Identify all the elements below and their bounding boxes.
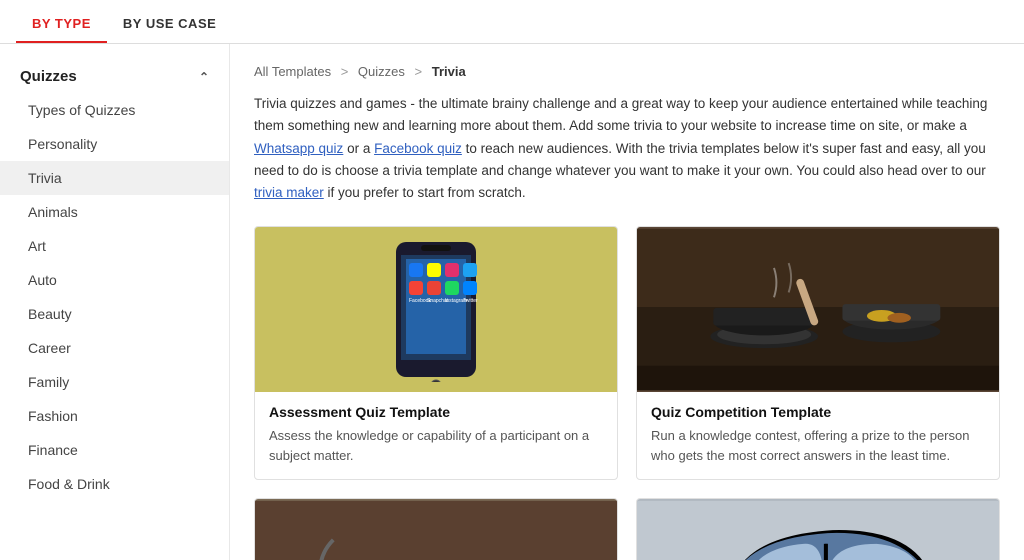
sidebar-quizzes-label: Quizzes (20, 68, 77, 85)
template-card-quiz-competition[interactable]: Quiz Competition Template Run a knowledg… (636, 226, 1000, 480)
quiz-competition-image (637, 227, 999, 392)
sidebar-item-types-of-quizzes[interactable]: Types of Quizzes (0, 93, 229, 127)
page-description: Trivia quizzes and games - the ultimate … (254, 93, 1000, 204)
desc-text-1: Trivia quizzes and games - the ultimate … (254, 96, 987, 133)
breadcrumb-sep-2: > (415, 64, 423, 79)
desc-text-2: or a (343, 141, 374, 156)
quiz-competition-title: Quiz Competition Template (651, 404, 985, 420)
quiz-competition-body: Quiz Competition Template Run a knowledg… (637, 392, 999, 479)
breadcrumb-all-templates[interactable]: All Templates (254, 64, 331, 79)
health-image (255, 499, 617, 560)
tab-by-use-case[interactable]: BY USE CASE (107, 6, 232, 43)
assessment-quiz-image: Facebook Snapchat Instagram Twitter (255, 227, 617, 392)
desc-text-4: if you prefer to start from scratch. (324, 185, 526, 200)
sidebar-item-finance[interactable]: Finance (0, 433, 229, 467)
quiz-competition-desc: Run a knowledge contest, offering a priz… (651, 426, 985, 465)
breadcrumb-current: Trivia (432, 64, 466, 79)
sidebar: Quizzes ⌃ Types of Quizzes Personality T… (0, 44, 230, 560)
sidebar-item-personality[interactable]: Personality (0, 127, 229, 161)
template-card-assessment-quiz[interactable]: Facebook Snapchat Instagram Twitter Asse… (254, 226, 618, 480)
top-nav: BY TYPE BY USE CASE (0, 0, 1024, 44)
tab-by-type[interactable]: BY TYPE (16, 6, 107, 43)
breadcrumb: All Templates > Quizzes > Trivia (254, 64, 1000, 79)
template-card-auto[interactable] (636, 498, 1000, 560)
template-grid: Facebook Snapchat Instagram Twitter Asse… (254, 226, 1000, 560)
sidebar-item-auto[interactable]: Auto (0, 263, 229, 297)
sidebar-item-trivia[interactable]: Trivia (0, 161, 229, 195)
sidebar-item-family[interactable]: Family (0, 365, 229, 399)
content-area: All Templates > Quizzes > Trivia Trivia … (230, 44, 1024, 560)
sidebar-item-food-drink[interactable]: Food & Drink (0, 467, 229, 501)
auto-image (637, 499, 999, 560)
whatsapp-quiz-link[interactable]: Whatsapp quiz (254, 141, 343, 156)
chevron-up-icon: ⌃ (199, 70, 209, 84)
sidebar-quizzes-header[interactable]: Quizzes ⌃ (0, 60, 229, 93)
sidebar-item-art[interactable]: Art (0, 229, 229, 263)
svg-text:Twitter: Twitter (463, 298, 478, 304)
breadcrumb-quizzes[interactable]: Quizzes (358, 64, 405, 79)
facebook-quiz-link[interactable]: Facebook quiz (374, 141, 462, 156)
sidebar-item-career[interactable]: Career (0, 331, 229, 365)
trivia-maker-link[interactable]: trivia maker (254, 185, 324, 200)
sidebar-item-beauty[interactable]: Beauty (0, 297, 229, 331)
assessment-quiz-desc: Assess the knowledge or capability of a … (269, 426, 603, 465)
sidebar-item-animals[interactable]: Animals (0, 195, 229, 229)
assessment-quiz-title: Assessment Quiz Template (269, 404, 603, 420)
template-card-health[interactable] (254, 498, 618, 560)
sidebar-item-fashion[interactable]: Fashion (0, 399, 229, 433)
assessment-quiz-body: Assessment Quiz Template Assess the know… (255, 392, 617, 479)
main-layout: Quizzes ⌃ Types of Quizzes Personality T… (0, 44, 1024, 560)
breadcrumb-sep-1: > (341, 64, 349, 79)
